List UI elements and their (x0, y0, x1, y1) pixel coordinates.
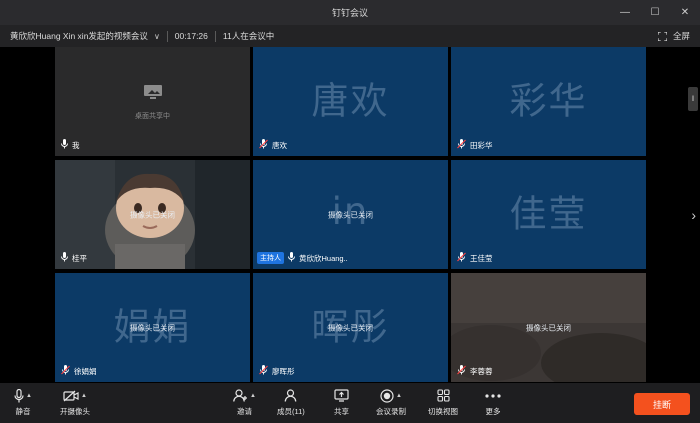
video-tile-host[interactable]: in 摄像头已关闭 主持人 黄欣欣Huang.. (253, 160, 448, 269)
video-tile[interactable]: 摄像头已关闭 桂平 (55, 160, 250, 269)
participant-name: 黄欣欣Huang.. (299, 253, 348, 263)
video-grid: 桌面共享中 我 唐欢 唐欢 彩华 田彩华 摄像头已关闭 桂平 in 摄像头已关闭… (55, 47, 647, 383)
tile-nameplate: 唐欢 (259, 139, 287, 151)
camera-off-icon (63, 390, 79, 401)
more-icon (485, 393, 501, 398)
tile-status: 摄像头已关闭 (328, 210, 373, 219)
title-bar: 钉钉会议 — ☐ ✕ (0, 0, 700, 25)
video-tile[interactable]: 晖彤 摄像头已关闭 廖晖彤 (253, 273, 448, 382)
switch-view-label: 切换视图 (428, 407, 458, 416)
share-screen-icon (334, 389, 349, 402)
meeting-duration: 00:17:26 (174, 31, 208, 41)
more-button[interactable]: 更多 (485, 387, 501, 417)
avatar-name-watermark: 彩华 (509, 79, 588, 123)
participant-name: 桂平 (72, 253, 87, 263)
tile-nameplate: 廖晖彤 (259, 365, 295, 377)
caret-up-icon[interactable]: ▲ (250, 393, 256, 399)
record-button[interactable]: ▲ 会议录制 (376, 387, 406, 417)
microphone-icon (14, 388, 24, 402)
video-tile-self[interactable]: 桌面共享中 我 (55, 47, 250, 156)
video-tile[interactable]: 彩华 田彩华 (451, 47, 646, 156)
participant-name: 廖晖彤 (272, 366, 295, 376)
members-label: 成员(11) (277, 407, 305, 416)
invite-button[interactable]: ▲ 邀请 (233, 387, 256, 417)
fullscreen-label: 全屏 (672, 31, 690, 41)
record-icon (380, 388, 394, 403)
video-tile[interactable]: 娟娟 摄像头已关闭 徐娟娟 (55, 273, 250, 382)
fullscreen-icon (657, 31, 667, 41)
grid-view-icon (436, 389, 450, 402)
mic-muted-icon (457, 365, 466, 377)
mic-muted-icon (457, 252, 466, 264)
fullscreen-button[interactable]: 全屏 (657, 25, 690, 47)
participants-count[interactable]: 11人在会议中 (223, 30, 274, 42)
tile-status: 桌面共享中 (135, 113, 170, 120)
mic-icon (61, 139, 68, 151)
video-stage: 桌面共享中 我 唐欢 唐欢 彩华 田彩华 摄像头已关闭 桂平 in 摄像头已关闭… (0, 47, 700, 383)
tile-nameplate: 主持人 黄欣欣Huang.. (257, 252, 348, 264)
divider (166, 30, 168, 42)
hangup-button[interactable]: 挂断 (634, 393, 690, 415)
mute-button[interactable]: ▲ 静音 (14, 387, 32, 417)
chevron-down-icon[interactable]: ∨ (154, 32, 160, 41)
window-title: 钉钉会议 (331, 8, 368, 18)
mic-icon (288, 252, 295, 264)
screen-share-icon (55, 84, 250, 105)
more-label: 更多 (485, 407, 501, 416)
close-icon[interactable]: ✕ (670, 0, 700, 25)
window-controls: — ☐ ✕ (610, 0, 700, 25)
tile-status: 摄像头已关闭 (526, 323, 571, 332)
camera-button[interactable]: ▲ 开摄像头 (60, 387, 90, 417)
mic-muted-icon (259, 365, 268, 377)
meeting-title[interactable]: 黄欣欣Huang Xin xin发起的视频会议 (0, 30, 148, 42)
mic-icon (61, 252, 68, 264)
next-page-chevron-icon[interactable]: › (691, 207, 696, 223)
minimize-icon[interactable]: — (610, 0, 640, 25)
caret-up-icon[interactable]: ▲ (26, 393, 32, 399)
mic-muted-icon (457, 139, 466, 151)
mic-muted-icon (61, 365, 70, 377)
add-user-icon (233, 389, 247, 402)
side-panel-handle[interactable]: ‖ (688, 87, 698, 111)
tile-nameplate: 我 (61, 139, 80, 151)
participant-name: 田彩华 (470, 140, 493, 150)
video-tile[interactable]: 唐欢 唐欢 (253, 47, 448, 156)
tile-nameplate: 田彩华 (457, 139, 493, 151)
participant-name: 唐欢 (272, 140, 287, 150)
participant-name: 李蓉蓉 (470, 366, 493, 376)
maximize-icon[interactable]: ☐ (640, 0, 670, 25)
divider (214, 30, 216, 42)
avatar-name-watermark: 唐欢 (311, 79, 390, 123)
avatar-name-watermark: 佳莹 (509, 192, 588, 236)
tile-status: 摄像头已关闭 (130, 210, 175, 219)
tile-status: 摄像头已关闭 (130, 323, 175, 332)
camera-label: 开摄像头 (60, 407, 90, 416)
share-button[interactable]: 共享 (334, 387, 349, 417)
participant-name: 徐娟娟 (74, 366, 97, 376)
video-tile[interactable]: 佳莹 王佳莹 (451, 160, 646, 269)
tile-nameplate: 李蓉蓉 (457, 365, 493, 377)
host-badge: 主持人 (257, 252, 284, 264)
participant-name: 我 (72, 140, 80, 150)
participant-name: 王佳莹 (470, 253, 493, 263)
tile-status: 摄像头已关闭 (328, 323, 373, 332)
tile-nameplate: 王佳莹 (457, 252, 493, 264)
video-tile[interactable]: 摄像头已关闭 李蓉蓉 (451, 273, 646, 382)
tile-nameplate: 桂平 (61, 252, 87, 264)
record-label: 会议录制 (376, 407, 406, 416)
meeting-toolbar: ▲ 静音 ▲ 开摄像头 ▲ 邀请 成员(11) 共享 ▲ 会议录制 切换视图 更… (0, 383, 700, 423)
caret-up-icon[interactable]: ▲ (81, 393, 87, 399)
mute-label: 静音 (15, 407, 31, 416)
caret-up-icon[interactable]: ▲ (396, 393, 402, 399)
members-button[interactable]: 成员(11) (277, 387, 305, 417)
invite-label: 邀请 (236, 407, 252, 416)
tile-nameplate: 徐娟娟 (61, 365, 97, 377)
share-label: 共享 (334, 407, 349, 416)
meeting-info-bar: 黄欣欣Huang Xin xin发起的视频会议 ∨ 00:17:26 11人在会… (0, 25, 700, 47)
mic-muted-icon (259, 139, 268, 151)
members-icon (285, 389, 297, 402)
switch-view-button[interactable]: 切换视图 (428, 387, 458, 417)
